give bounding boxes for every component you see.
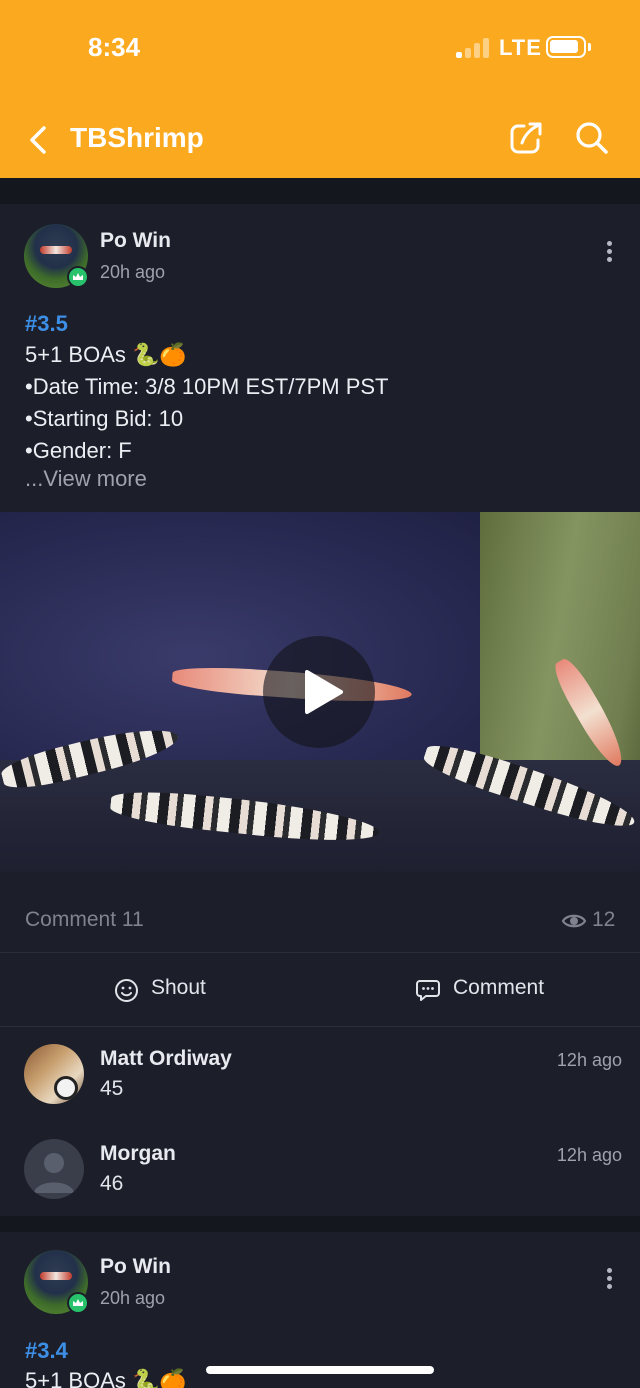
comment-text: 45 <box>100 1077 124 1100</box>
commenter-avatar[interactable] <box>24 1044 84 1104</box>
post-line: 5+1 BOAs 🐍🍊 <box>25 1368 187 1388</box>
more-options-button[interactable] <box>600 1265 618 1295</box>
default-user-icon <box>34 1153 74 1193</box>
post-time: 20h ago <box>100 262 166 282</box>
author-name[interactable]: Po Win <box>100 1255 171 1279</box>
home-indicator[interactable] <box>206 1366 434 1374</box>
post-line: •Date Time: 3/8 10PM EST/7PM PST <box>25 374 389 399</box>
signal-icon <box>456 38 490 58</box>
smiley-icon <box>115 979 138 1002</box>
play-icon <box>305 670 343 714</box>
chevron-left-icon <box>30 126 46 154</box>
author-name[interactable]: Po Win <box>100 229 171 253</box>
eye-icon <box>561 914 587 928</box>
post-line: •Gender: F <box>25 438 132 463</box>
network-label: LTE <box>499 35 542 60</box>
page-title: TBShrimp <box>70 122 204 153</box>
section-divider <box>0 1216 640 1232</box>
comment-time: 12h ago <box>556 1050 622 1070</box>
shout-label: Shout <box>151 976 206 999</box>
status-time: 8:34 <box>88 32 141 62</box>
comment-text: 46 <box>100 1172 124 1195</box>
chat-bubble-icon <box>416 980 440 1001</box>
comment-button[interactable]: Comment <box>415 976 545 1001</box>
comment-count[interactable]: Comment 11 <box>25 908 144 932</box>
post-card[interactable] <box>0 1232 640 1388</box>
back-button[interactable] <box>24 120 54 160</box>
section-divider <box>0 178 640 204</box>
play-button[interactable] <box>263 636 375 748</box>
crown-badge-icon <box>67 1292 89 1314</box>
divider <box>0 1026 640 1027</box>
share-icon <box>510 122 542 154</box>
post-time: 20h ago <box>100 1288 166 1308</box>
commenter-avatar[interactable] <box>24 1139 84 1199</box>
battery-icon <box>546 36 591 58</box>
view-count: 12 <box>592 908 616 931</box>
share-button[interactable] <box>508 120 544 156</box>
crown-badge-icon <box>67 266 89 288</box>
commenter-name[interactable]: Morgan <box>100 1142 176 1166</box>
shout-button[interactable]: Shout <box>114 976 206 1002</box>
post-tag[interactable]: #3.4 <box>25 1338 68 1364</box>
post-tag[interactable]: #3.5 <box>25 311 68 337</box>
view-more-link[interactable]: ...View more <box>25 466 147 492</box>
post-line: 5+1 BOAs 🐍🍊 <box>25 342 187 367</box>
comment-time: 12h ago <box>556 1145 622 1165</box>
more-options-button[interactable] <box>600 238 618 268</box>
post-line: •Starting Bid: 10 <box>25 406 184 431</box>
divider <box>0 952 640 953</box>
comment-label: Comment <box>453 976 545 999</box>
search-button[interactable] <box>574 120 610 156</box>
commenter-name[interactable]: Matt Ordiway <box>100 1047 232 1071</box>
search-icon <box>576 122 608 154</box>
app-header: 8:34 LTE TBShrimp <box>0 0 640 178</box>
